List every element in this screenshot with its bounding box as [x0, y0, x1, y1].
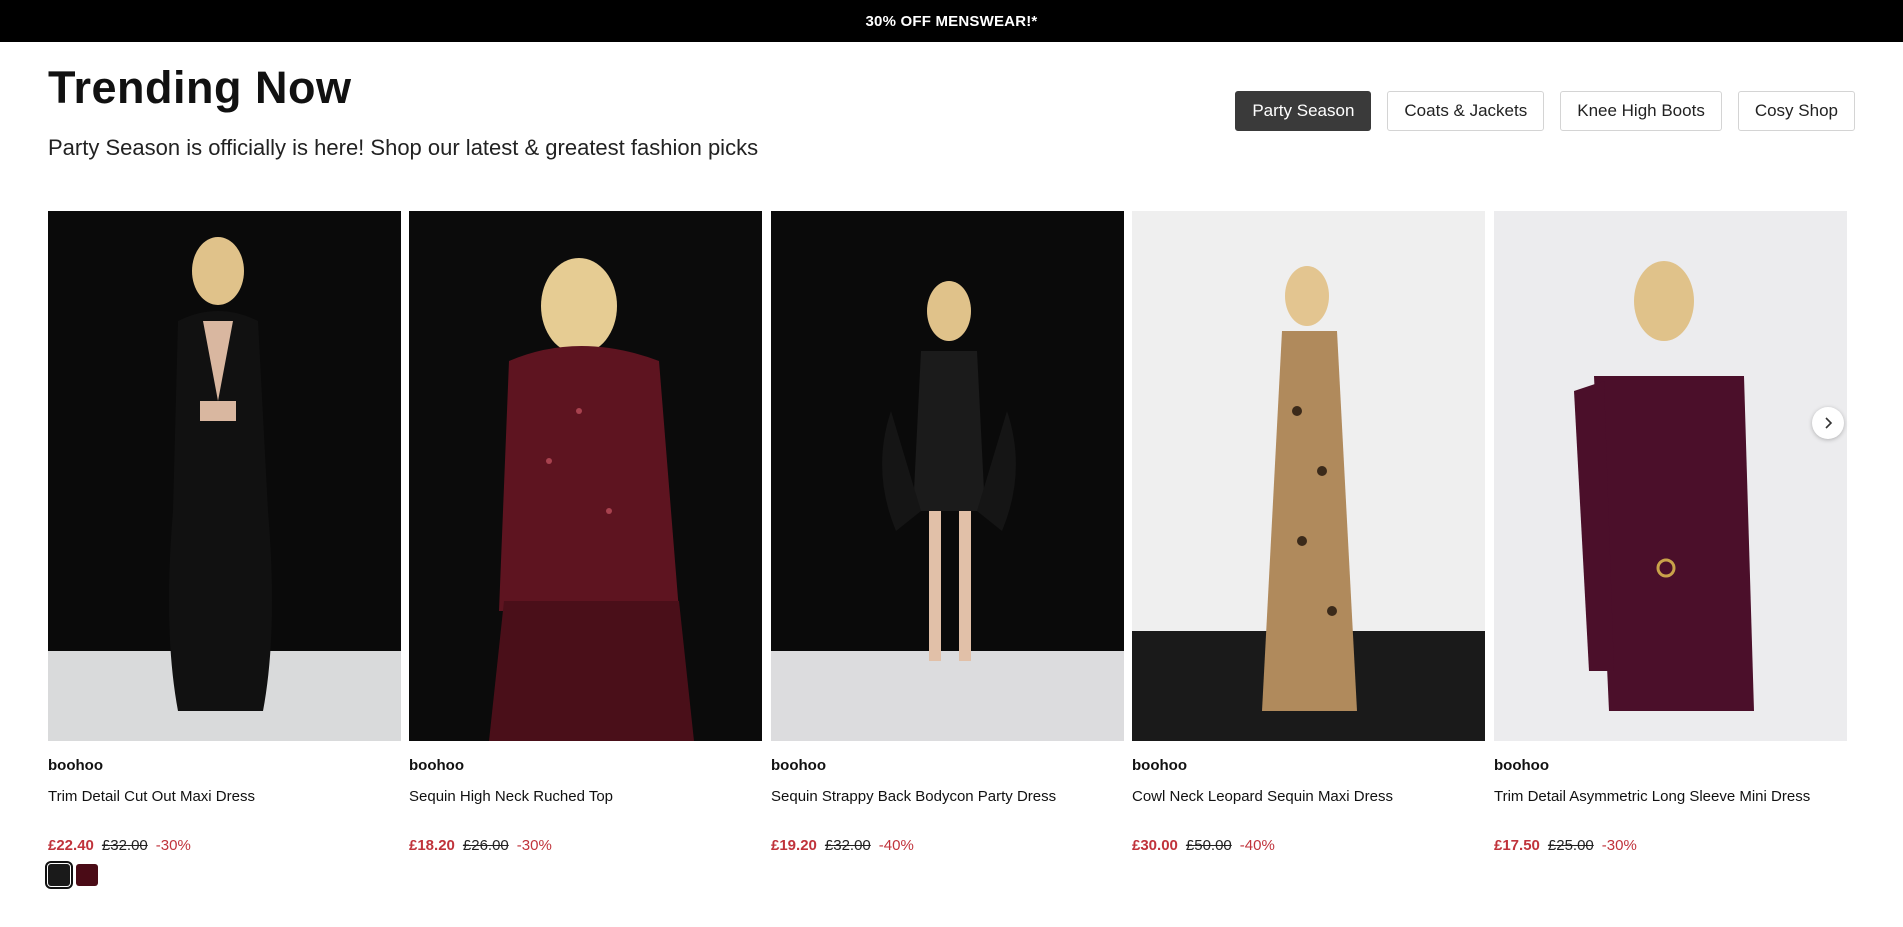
- product-brand: boohoo: [1494, 757, 1549, 774]
- original-price: £50.00: [1185, 837, 1232, 854]
- product-carousel: boohoo Trim Detail Cut Out Maxi Dress £2…: [45, 211, 1848, 891]
- tab-party-season[interactable]: Party Season: [1235, 91, 1372, 131]
- product-image[interactable]: [409, 211, 762, 741]
- promo-text: 30% OFF MENSWEAR!*: [865, 12, 1038, 30]
- price-row: £18.20 £26.00 -30%: [409, 837, 762, 854]
- color-swatch-burgundy[interactable]: [76, 864, 98, 886]
- price-row: £22.40 £32.00 -30%: [48, 837, 401, 854]
- product-image[interactable]: [48, 211, 401, 741]
- product-name[interactable]: Trim Detail Asymmetric Long Sleeve Mini …: [1494, 788, 1847, 805]
- sale-price: £22.40: [48, 837, 94, 854]
- original-price: £32.00: [824, 837, 871, 854]
- category-tabs: Party Season Coats & Jackets Knee High B…: [1235, 91, 1855, 131]
- product-name[interactable]: Sequin Strappy Back Bodycon Party Dress: [771, 788, 1124, 805]
- discount-badge: -40%: [878, 837, 914, 854]
- color-swatch-black[interactable]: [45, 861, 73, 889]
- price-row: £19.20 £32.00 -40%: [771, 837, 1124, 854]
- tab-coats-jackets[interactable]: Coats & Jackets: [1387, 91, 1545, 131]
- original-price: £32.00: [101, 837, 148, 854]
- sale-price: £30.00: [1132, 837, 1178, 854]
- chevron-right-icon: [1825, 417, 1833, 429]
- original-price: £25.00: [1547, 837, 1594, 854]
- discount-badge: -30%: [516, 837, 552, 854]
- sale-price: £19.20: [771, 837, 817, 854]
- product-image[interactable]: [771, 211, 1124, 741]
- product-card[interactable]: boohoo Cowl Neck Leopard Sequin Maxi Dre…: [1132, 211, 1485, 854]
- product-brand: boohoo: [48, 757, 103, 774]
- product-brand: boohoo: [409, 757, 464, 774]
- sale-price: £17.50: [1494, 837, 1540, 854]
- carousel-next-button[interactable]: [1812, 407, 1844, 439]
- tab-knee-high-boots[interactable]: Knee High Boots: [1560, 91, 1722, 131]
- tab-cosy-shop[interactable]: Cosy Shop: [1737, 91, 1855, 131]
- price-row: £30.00 £50.00 -40%: [1132, 837, 1485, 854]
- price-row: £17.50 £25.00 -30%: [1494, 837, 1847, 854]
- product-image[interactable]: [1132, 211, 1485, 741]
- sale-price: £18.20: [409, 837, 455, 854]
- product-name[interactable]: Sequin High Neck Ruched Top: [409, 788, 762, 805]
- discount-badge: -30%: [155, 837, 191, 854]
- product-card[interactable]: boohoo Sequin High Neck Ruched Top £18.2…: [409, 211, 762, 854]
- product-image[interactable]: [1494, 211, 1847, 741]
- product-card[interactable]: boohoo Trim Detail Asymmetric Long Sleev…: [1494, 211, 1847, 854]
- page-subtitle: Party Season is officially is here! Shop…: [48, 135, 759, 160]
- promo-banner[interactable]: 30% OFF MENSWEAR!*: [0, 0, 1903, 42]
- color-swatches: [45, 861, 401, 889]
- product-card[interactable]: boohoo Trim Detail Cut Out Maxi Dress £2…: [45, 211, 401, 889]
- page-title: Trending Now: [48, 62, 352, 113]
- product-name[interactable]: Trim Detail Cut Out Maxi Dress: [48, 788, 401, 805]
- product-name[interactable]: Cowl Neck Leopard Sequin Maxi Dress: [1132, 788, 1485, 805]
- original-price: £26.00: [462, 837, 509, 854]
- discount-badge: -30%: [1601, 837, 1637, 854]
- product-brand: boohoo: [771, 757, 826, 774]
- discount-badge: -40%: [1239, 837, 1275, 854]
- product-card[interactable]: boohoo Sequin Strappy Back Bodycon Party…: [771, 211, 1124, 854]
- product-brand: boohoo: [1132, 757, 1187, 774]
